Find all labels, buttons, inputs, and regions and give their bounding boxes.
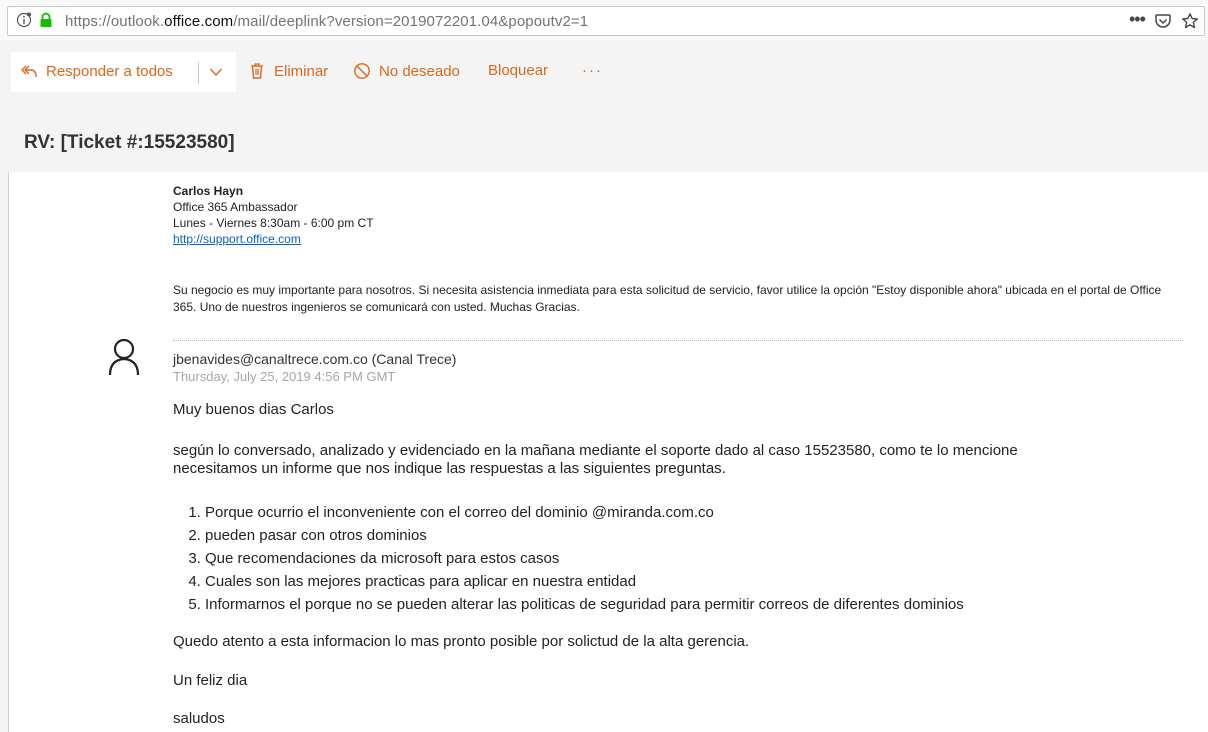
signature-block: Carlos Hayn Office 365 Ambassador Lunes …	[173, 183, 374, 247]
junk-label: No deseado	[379, 62, 460, 80]
greeting-text: Muy buenos dias Carlos	[173, 401, 334, 418]
browser-toolbar: https://outlook.office.com/mail/deeplink…	[0, 0, 1208, 40]
message-subject: RV: [Ticket #:15523580]	[24, 132, 235, 153]
message-divider	[173, 340, 1183, 341]
signature-role: Office 365 Ambassador	[173, 200, 298, 214]
url-path: /mail/deeplink?version=2019072201.04&pop…	[233, 13, 589, 30]
junk-button[interactable]: No deseado	[353, 62, 460, 80]
support-notice: Su negocio es muy importante para nosotr…	[173, 283, 1162, 314]
lock-icon[interactable]	[38, 12, 54, 28]
page-actions-icon[interactable]: •••	[1129, 9, 1146, 30]
closing-text: Quedo atento a esta informacion lo mas p…	[173, 633, 750, 650]
farewell-text: Un feliz dia	[173, 672, 248, 689]
block-label: Bloquear	[488, 62, 549, 79]
list-item: Que recomendaciones da microsoft para es…	[205, 547, 964, 570]
reply-all-button[interactable]: Responder a todos	[20, 62, 173, 80]
toolbar-separator	[198, 62, 199, 84]
message-date: Thursday, July 25, 2019 4:56 PM GMT	[173, 369, 396, 384]
more-actions-button[interactable]: ···	[582, 62, 603, 79]
questions-list: Porque ocurrio el inconveniente con el c…	[173, 501, 964, 616]
body-paragraph-line: según lo conversado, analizado y evidenc…	[173, 442, 1018, 459]
info-icon[interactable]	[16, 12, 32, 28]
bookmark-star-icon[interactable]	[1181, 12, 1199, 30]
support-link[interactable]: http://support.office.com	[173, 232, 301, 246]
body-paragraph-line: necesitamos un informe que nos indique l…	[173, 460, 726, 477]
delete-label: Eliminar	[274, 62, 329, 80]
list-item: pueden pasar con otros dominios	[205, 524, 964, 547]
block-circle-icon	[354, 63, 370, 79]
block-sender-button[interactable]: Bloquear	[488, 62, 548, 79]
reply-all-label: Responder a todos	[46, 62, 173, 80]
url-prefix: https://outlook.	[65, 13, 165, 30]
delete-button[interactable]: Eliminar	[248, 62, 328, 80]
person-icon	[108, 338, 140, 376]
regards-text: saludos	[173, 710, 225, 727]
list-item: Informarnos el porque no se pueden alter…	[205, 593, 964, 616]
url-domain: office.com	[164, 13, 234, 30]
command-bar: Responder a todos Eliminar No deseado Bl…	[0, 40, 1208, 104]
signature-name: Carlos Hayn	[173, 184, 244, 198]
signature-hours: Lunes - Viernes 8:30am - 6:00 pm CT	[173, 216, 374, 230]
trash-icon	[251, 63, 263, 79]
reading-pane: Carlos Hayn Office 365 Ambassador Lunes …	[8, 172, 1208, 732]
address-bar[interactable]: https://outlook.office.com/mail/deeplink…	[7, 6, 1205, 36]
pocket-icon[interactable]	[1154, 12, 1172, 30]
url-text[interactable]: https://outlook.office.com/mail/deeplink…	[65, 13, 588, 30]
reply-all-icon	[21, 65, 37, 77]
list-item: Porque ocurrio el inconveniente con el c…	[205, 501, 964, 524]
sender-address[interactable]: jbenavides@canaltrece.com.co (Canal Trec…	[173, 351, 456, 367]
list-item: Cuales son las mejores practicas para ap…	[205, 570, 964, 593]
chevron-down-icon[interactable]	[209, 67, 223, 77]
